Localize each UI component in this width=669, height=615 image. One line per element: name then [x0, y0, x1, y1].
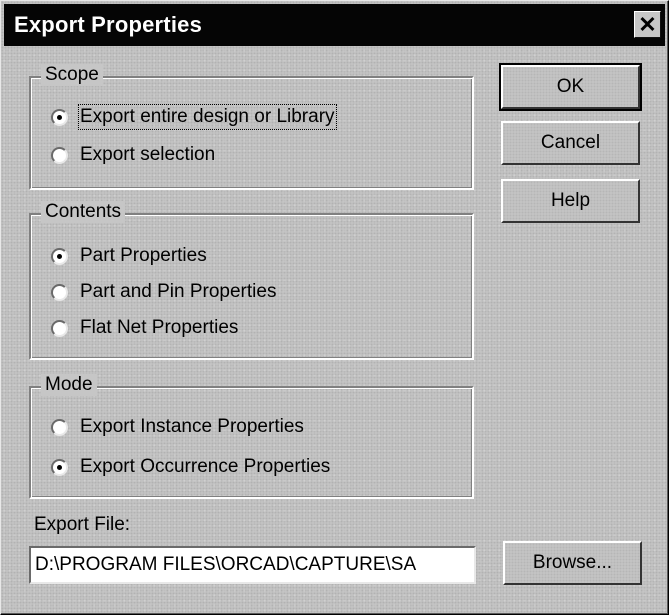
radio-label: Flat Net Properties: [80, 317, 239, 338]
radio-export-occurrence-properties[interactable]: Export Occurrence Properties: [51, 456, 330, 478]
radio-button[interactable]: [51, 319, 68, 337]
contents-group: Contents Part Properties Part and Pin Pr…: [29, 201, 474, 360]
contents-legend: Contents: [41, 201, 126, 223]
export-properties-dialog: Export Properties ✕ Scope Export entire …: [0, 0, 669, 615]
help-button[interactable]: Help: [501, 179, 640, 223]
mode-legend: Mode: [41, 374, 97, 396]
dialog-title: Export Properties: [14, 12, 203, 37]
radio-part-and-pin-properties[interactable]: Part and Pin Properties: [51, 281, 276, 303]
ok-button-label: OK: [556, 76, 585, 97]
close-icon: ✕: [638, 11, 657, 37]
scope-group: Scope Export entire design or Library Ex…: [29, 64, 474, 190]
radio-export-selection[interactable]: Export selection: [51, 144, 215, 166]
radio-button[interactable]: [51, 247, 68, 265]
radio-button[interactable]: [51, 418, 68, 436]
browse-button[interactable]: Browse...: [503, 541, 642, 585]
browse-button-label: Browse...: [532, 552, 613, 573]
radio-label: Export Instance Properties: [80, 416, 304, 437]
radio-label: Export selection: [80, 144, 216, 165]
radio-button[interactable]: [51, 458, 68, 476]
close-button[interactable]: ✕: [634, 11, 661, 38]
cancel-button[interactable]: Cancel: [501, 121, 640, 165]
radio-label: Part and Pin Properties: [80, 281, 277, 302]
radio-export-instance-properties[interactable]: Export Instance Properties: [51, 416, 304, 438]
radio-export-entire-design[interactable]: Export entire design or Library: [51, 104, 337, 130]
radio-part-properties[interactable]: Part Properties: [51, 245, 207, 267]
radio-button[interactable]: [51, 146, 68, 164]
radio-button[interactable]: [51, 283, 68, 301]
help-button-label: Help: [550, 190, 591, 211]
ok-button[interactable]: OK: [499, 63, 642, 111]
radio-label: Part Properties: [80, 245, 207, 266]
mode-group: Mode Export Instance Properties Export O…: [29, 374, 474, 499]
title-bar[interactable]: Export Properties ✕: [4, 4, 665, 46]
export-file-label: Export File:: [34, 514, 131, 535]
radio-label: Export Occurrence Properties: [80, 456, 331, 477]
cancel-button-label: Cancel: [540, 132, 601, 153]
radio-button[interactable]: [51, 108, 68, 126]
scope-legend: Scope: [41, 64, 103, 86]
radio-label: Export entire design or Library: [78, 104, 337, 130]
export-file-path-input[interactable]: D:\PROGRAM FILES\ORCAD\CAPTURE\SA: [29, 546, 476, 584]
radio-flat-net-properties[interactable]: Flat Net Properties: [51, 317, 238, 339]
